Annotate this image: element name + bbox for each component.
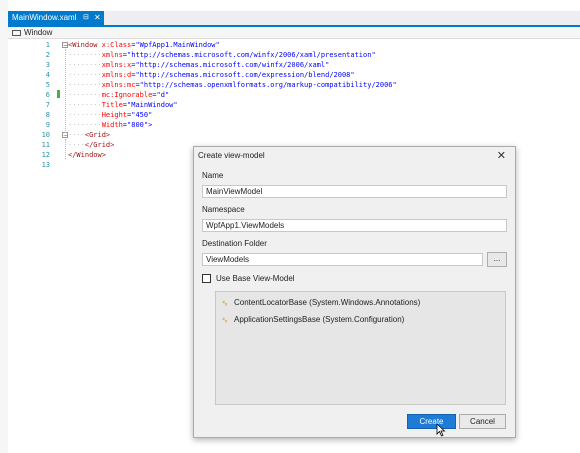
line-number: 2 (45, 51, 50, 59)
breadcrumb-label: Window (24, 28, 53, 37)
cancel-button[interactable]: Cancel (459, 414, 506, 429)
code-line: ········mc:Ignorable="d" (68, 91, 169, 99)
indent-guide (65, 139, 66, 159)
close-icon[interactable]: ✕ (94, 11, 101, 25)
code-token: x:Class (97, 41, 132, 49)
namespace-label: Namespace (202, 205, 245, 214)
code-token: ········ (68, 101, 102, 109)
code-token: ········ (68, 81, 102, 89)
browse-button[interactable]: ... (487, 252, 507, 267)
name-label: Name (202, 171, 224, 180)
collapse-window-icon[interactable]: − (62, 42, 68, 49)
code-line: ········Title="MainWindow" (68, 101, 178, 109)
line-number: 4 (45, 71, 50, 79)
code-line: </Window> (68, 151, 106, 159)
create-button[interactable]: Create (407, 414, 456, 429)
code-token: ········ (68, 111, 102, 119)
code-token: Height (101, 111, 128, 119)
create-view-model-dialog: Create view-model ✕ Name MainViewModel N… (193, 146, 516, 438)
line-number: 11 (41, 141, 50, 149)
code-token: "MainWindow" (127, 101, 178, 109)
left-margin-strip (0, 0, 8, 453)
code-line: ········Height="450" (68, 111, 152, 119)
indent-guide (65, 49, 66, 133)
changed-line-marker (57, 90, 60, 98)
code-token: "http://schemas.microsoft.com/expression… (135, 71, 355, 79)
name-input[interactable]: MainViewModel (202, 185, 507, 198)
tab-label: MainWindow.xaml (12, 13, 77, 22)
use-base-view-model-label: Use Base View-Model (216, 274, 295, 283)
code-token: xmlns:d (101, 71, 132, 79)
code-line: <Window x:Class="WpfApp1.MainWindow" (68, 41, 220, 49)
code-line: ········xmlns:mc="http://schemas.openxml… (68, 81, 397, 89)
code-line: ····</Grid> (68, 141, 114, 149)
line-number: 13 (41, 161, 50, 169)
code-token: </Grid> (84, 141, 115, 149)
list-item[interactable]: ⁴ₓ ApplicationSettingsBase (System.Config… (222, 315, 404, 324)
code-token: "http://schemas.microsoft.com/winfx/2006… (135, 61, 330, 69)
class-icon: ⁴ₓ (222, 300, 228, 307)
use-base-view-model-checkbox[interactable] (202, 274, 211, 283)
code-token: ········ (68, 121, 102, 129)
code-token: xmlns:x (101, 61, 132, 69)
code-token: ···· (68, 131, 85, 139)
code-token: Title (101, 101, 123, 109)
dialog-title: Create view-model (198, 151, 265, 160)
code-line: ········xmlns:d="http://schemas.microsof… (68, 71, 355, 79)
code-token: "http://schemas.microsoft.com/winfx/2006… (127, 51, 376, 59)
code-token: "WpfApp1.MainWindow" (135, 41, 220, 49)
code-token: "800"> (127, 121, 153, 129)
code-token: "450" (131, 111, 153, 119)
base-view-model-list[interactable]: ⁴ₓ ContentLocatorBase (System.Windows.Ann… (215, 291, 506, 405)
line-number: 8 (45, 111, 50, 119)
window-icon (12, 29, 21, 36)
code-token: "d" (156, 91, 170, 99)
line-number: 7 (45, 101, 50, 109)
code-token: <Grid> (84, 131, 111, 139)
destination-folder-label: Destination Folder (202, 239, 267, 248)
document-tab-bar: MainWindow.xaml ⊟ ✕ (8, 11, 580, 27)
tab-mainwindow-xaml[interactable]: MainWindow.xaml ⊟ ✕ (8, 11, 104, 25)
code-token: ········ (68, 91, 102, 99)
code-token: xmlns:mc (101, 81, 136, 89)
namespace-input[interactable]: WpfApp1.ViewModels (202, 219, 507, 232)
code-line: ····<Grid> (68, 131, 110, 139)
code-token: Width (101, 121, 123, 129)
destination-folder-input[interactable]: ViewModels (202, 253, 483, 266)
code-token: ········ (68, 61, 102, 69)
line-number: 1 (45, 41, 50, 49)
list-item-label: ApplicationSettingsBase (System.Configur… (234, 315, 405, 324)
code-token: ········ (68, 71, 102, 79)
code-token: "http://schemas.openxmlformats.org/marku… (139, 81, 397, 89)
code-token: mc:Ignorable (101, 91, 153, 99)
code-line: ········Width="800"> (68, 121, 152, 129)
code-token: xmlns (101, 51, 123, 59)
list-item-label: ContentLocatorBase (System.Windows.Annot… (234, 298, 421, 307)
element-breadcrumb-bar[interactable]: Window (8, 27, 580, 39)
mouse-pointer-icon (436, 423, 446, 437)
code-token: </Window> (68, 151, 106, 159)
line-number: 10 (41, 131, 50, 139)
list-item[interactable]: ⁴ₓ ContentLocatorBase (System.Windows.Ann… (222, 298, 420, 307)
line-number: 6 (45, 91, 50, 99)
code-token: ········ (68, 51, 102, 59)
code-token: ···· (68, 141, 85, 149)
line-number: 12 (41, 151, 50, 159)
line-number: 5 (45, 81, 50, 89)
code-line: ········xmlns:x="http://schemas.microsof… (68, 61, 329, 69)
class-icon: ⁴ₓ (222, 317, 228, 324)
code-line: ········xmlns="http://schemas.microsoft.… (68, 51, 376, 59)
line-number: 3 (45, 61, 50, 69)
line-number: 9 (45, 121, 50, 129)
dialog-close-icon[interactable]: ✕ (497, 149, 506, 162)
pin-icon[interactable]: ⊟ (83, 11, 89, 25)
code-token: <Window (68, 41, 98, 49)
